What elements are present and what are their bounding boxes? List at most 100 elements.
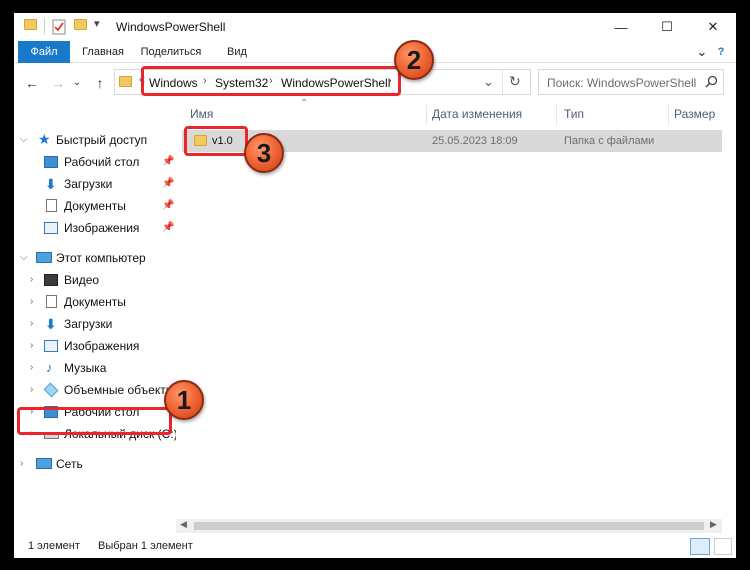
- nav-item-label: Объемные объекты: [64, 383, 175, 397]
- search-icon[interactable]: [705, 75, 718, 91]
- annotation-badge-1: 1: [164, 380, 204, 420]
- maximize-button[interactable]: ☐: [644, 13, 690, 41]
- column-divider[interactable]: [556, 105, 557, 125]
- nav-quick-access-label: Быстрый доступ: [56, 133, 148, 147]
- address-dropdown-icon[interactable]: ⌄: [483, 74, 494, 90]
- chevron-right-icon[interactable]: ›: [30, 379, 33, 401]
- document-icon: [46, 199, 57, 212]
- navigation-pane: ⌵ ★ Быстрый доступ Рабочий стол 📌 ⬇ Загр…: [14, 101, 178, 533]
- search-input[interactable]: Поиск: WindowsPowerShell: [538, 69, 724, 95]
- star-icon: ★: [38, 131, 51, 147]
- nav-item-label: Изображения: [64, 221, 140, 235]
- download-icon: ⬇: [45, 176, 57, 192]
- nav-item-downloads[interactable]: ⬇ Загрузки 📌: [20, 173, 176, 195]
- annotation-badge-3: 3: [244, 133, 284, 173]
- nav-network[interactable]: › Сеть: [20, 453, 176, 475]
- sort-arrow-icon: ⌃: [300, 98, 309, 109]
- divider: [44, 18, 45, 34]
- forward-button[interactable]: →: [48, 73, 68, 93]
- download-icon: ⬇: [45, 316, 57, 332]
- pin-icon[interactable]: 📌: [162, 195, 174, 217]
- nav-item-label: Изображения: [64, 339, 140, 353]
- local-disk-highlight: [17, 407, 172, 435]
- chevron-down-icon[interactable]: ⌵: [20, 247, 28, 269]
- column-divider[interactable]: [668, 105, 669, 125]
- minimize-button[interactable]: —: [598, 13, 644, 41]
- nav-item-music[interactable]: › ♪ Музыка: [20, 357, 176, 379]
- item-count: 1 элемент: [28, 540, 80, 552]
- nav-item-pictures-pc[interactable]: › Изображения: [20, 335, 176, 357]
- new-folder-icon[interactable]: [74, 19, 87, 35]
- nav-quick-access[interactable]: ⌵ ★ Быстрый доступ: [20, 129, 176, 151]
- nav-item-documents-pc[interactable]: › Документы: [20, 291, 176, 313]
- nav-item-documents[interactable]: Документы 📌: [20, 195, 176, 217]
- file-date: 25.05.2023 18:09: [432, 135, 518, 147]
- nav-item-label: Видео: [64, 273, 100, 287]
- cube-icon: [43, 382, 59, 398]
- column-name[interactable]: Имя: [190, 101, 213, 127]
- chevron-right-icon[interactable]: ›: [30, 291, 33, 313]
- breadcrumb-highlight: [141, 66, 401, 96]
- chevron-right-icon[interactable]: ›: [30, 269, 33, 291]
- column-date[interactable]: Дата изменения: [432, 101, 522, 127]
- chevron-right-icon[interactable]: ›: [30, 335, 33, 357]
- computer-icon: [36, 252, 52, 263]
- help-icon[interactable]: ?: [712, 41, 730, 63]
- chevron-right-icon[interactable]: ›: [30, 357, 33, 379]
- nav-item-downloads-pc[interactable]: › ⬇ Загрузки: [20, 313, 176, 335]
- ribbon-tabs: Файл Главная Поделиться Вид ⌄ ?: [14, 41, 736, 63]
- tab-home[interactable]: Главная: [76, 41, 130, 63]
- nav-item-videos[interactable]: › Видео: [20, 269, 176, 291]
- title-bar: ▾ WindowsPowerShell — ☐ ✕: [14, 13, 736, 41]
- vertical-scrollbar[interactable]: [722, 101, 736, 533]
- music-icon: ♪: [46, 360, 53, 375]
- search-placeholder: Поиск: WindowsPowerShell: [547, 76, 697, 90]
- column-size[interactable]: Размер: [674, 101, 715, 127]
- chevron-right-icon[interactable]: ›: [20, 453, 23, 475]
- column-divider[interactable]: [426, 105, 427, 125]
- ribbon-expand-icon[interactable]: ⌄: [694, 41, 710, 63]
- scroll-thumb[interactable]: [194, 522, 704, 530]
- refresh-icon[interactable]: ↻: [509, 73, 521, 90]
- scroll-left-icon[interactable]: ◀: [180, 519, 187, 530]
- tab-file[interactable]: Файл: [18, 41, 70, 63]
- quick-access-dropdown-icon[interactable]: ▾: [94, 17, 100, 33]
- close-button[interactable]: ✕: [690, 13, 736, 41]
- nav-this-pc[interactable]: ⌵ Этот компьютер: [20, 247, 176, 269]
- selection-count: Выбран 1 элемент: [98, 540, 193, 552]
- details-view-icon[interactable]: [690, 538, 710, 555]
- nav-item-label: Музыка: [64, 361, 107, 375]
- large-icons-view-icon[interactable]: [714, 538, 732, 555]
- pictures-icon: [44, 222, 58, 234]
- document-icon: [46, 295, 57, 308]
- file-type: Папка с файлами: [564, 135, 655, 147]
- desktop-icon: [44, 156, 58, 168]
- nav-item-3d-objects[interactable]: › Объемные объекты: [20, 379, 176, 401]
- tab-view[interactable]: Вид: [220, 41, 254, 63]
- properties-icon[interactable]: [52, 19, 66, 35]
- pin-icon[interactable]: 📌: [162, 217, 174, 239]
- folder-highlight: [184, 126, 248, 156]
- network-icon: [36, 458, 52, 469]
- column-type[interactable]: Тип: [564, 101, 584, 127]
- divider: [502, 70, 503, 94]
- nav-item-label: Загрузки: [64, 177, 113, 191]
- tab-share[interactable]: Поделиться: [138, 41, 204, 63]
- nav-item-pictures[interactable]: Изображения 📌: [20, 217, 176, 239]
- nav-item-label: Документы: [64, 295, 126, 309]
- pin-icon[interactable]: 📌: [162, 173, 174, 195]
- chevron-down-icon[interactable]: ⌵: [20, 129, 28, 151]
- pin-icon[interactable]: 📌: [162, 151, 174, 173]
- window-title: WindowsPowerShell: [116, 20, 226, 34]
- annotation-badge-2: 2: [394, 40, 434, 80]
- horizontal-scrollbar[interactable]: ◀ ▶: [176, 519, 722, 533]
- chevron-right-icon[interactable]: ›: [30, 313, 33, 335]
- up-button[interactable]: ↑: [90, 73, 110, 93]
- nav-item-desktop[interactable]: Рабочий стол 📌: [20, 151, 176, 173]
- folder-icon: [119, 76, 132, 90]
- scroll-right-icon[interactable]: ▶: [710, 519, 717, 530]
- status-bar: 1 элемент Выбран 1 элемент: [14, 535, 736, 558]
- back-button[interactable]: ←: [22, 73, 42, 93]
- nav-item-label: Рабочий стол: [64, 155, 140, 169]
- recent-locations-icon[interactable]: ⌄: [70, 73, 84, 93]
